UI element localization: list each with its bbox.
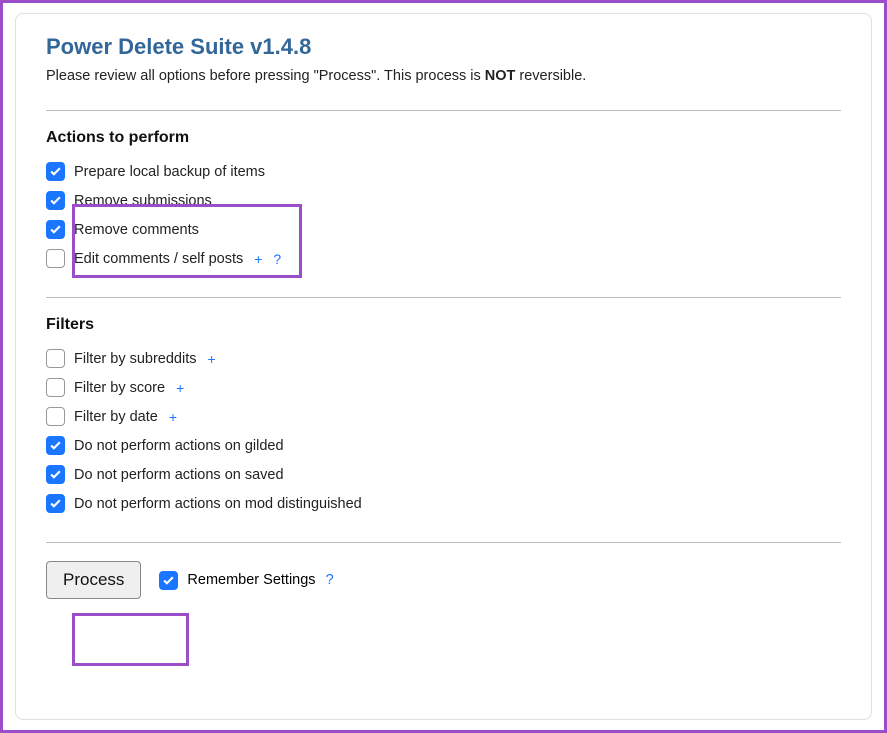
remember-label: Remember Settings — [187, 572, 315, 588]
checkbox-remove-comments[interactable] — [46, 220, 65, 239]
check-icon — [49, 497, 62, 510]
option-label: Do not perform actions on mod distinguis… — [74, 496, 362, 512]
option-label: Prepare local backup of items — [74, 164, 265, 180]
option-remove-comments: Remove comments — [46, 215, 841, 244]
checkbox-skip-saved[interactable] — [46, 465, 65, 484]
option-filter-score: Filter by score + — [46, 373, 841, 402]
check-icon — [49, 223, 62, 236]
subtitle-bold: NOT — [485, 68, 516, 84]
option-skip-saved: Do not perform actions on saved — [46, 460, 841, 489]
screenshot-frame: Power Delete Suite v1.4.8 Please review … — [0, 0, 887, 733]
option-label: Filter by score — [74, 380, 165, 396]
option-label: Remove comments — [74, 222, 199, 238]
option-filter-subreddits: Filter by subreddits + — [46, 344, 841, 373]
checkbox-filter-subreddits[interactable] — [46, 349, 65, 368]
divider — [46, 542, 841, 543]
option-backup: Prepare local backup of items — [46, 157, 841, 186]
help-link[interactable]: ? — [273, 251, 281, 267]
check-icon — [49, 165, 62, 178]
checkbox-remove-submissions[interactable] — [46, 191, 65, 210]
option-remove-submissions: Remove submissions — [46, 186, 841, 215]
checkbox-filter-score[interactable] — [46, 378, 65, 397]
checkbox-skip-mod[interactable] — [46, 494, 65, 513]
main-panel: Power Delete Suite v1.4.8 Please review … — [15, 13, 872, 720]
help-link[interactable]: ? — [326, 572, 334, 588]
checkbox-edit-comments[interactable] — [46, 249, 65, 268]
divider — [46, 110, 841, 111]
option-skip-mod: Do not perform actions on mod distinguis… — [46, 489, 841, 518]
check-icon — [162, 574, 175, 587]
checkbox-skip-gilded[interactable] — [46, 436, 65, 455]
expand-link[interactable]: + — [254, 251, 262, 267]
subtitle-post: reversible. — [515, 68, 586, 84]
filters-section: Filters Filter by subreddits + Filter by… — [46, 316, 841, 518]
expand-link[interactable]: + — [208, 351, 216, 367]
expand-link[interactable]: + — [176, 380, 184, 396]
subtitle-text: Please review all options before pressin… — [46, 68, 841, 84]
check-icon — [49, 194, 62, 207]
option-label: Filter by subreddits — [74, 351, 197, 367]
remember-settings: Remember Settings? — [159, 571, 333, 590]
subtitle-pre: Please review all options before pressin… — [46, 68, 485, 84]
option-edit-comments: Edit comments / self posts +? — [46, 244, 841, 273]
actions-section: Actions to perform Prepare local backup … — [46, 129, 841, 273]
checkbox-backup[interactable] — [46, 162, 65, 181]
option-label: Remove submissions — [74, 193, 212, 209]
process-button[interactable]: Process — [46, 561, 141, 599]
option-label: Filter by date — [74, 409, 158, 425]
option-label: Edit comments / self posts — [74, 251, 243, 267]
divider — [46, 297, 841, 298]
checkbox-filter-date[interactable] — [46, 407, 65, 426]
check-icon — [49, 468, 62, 481]
checkbox-remember[interactable] — [159, 571, 178, 590]
bottom-row: Process Remember Settings? — [46, 561, 841, 599]
filters-heading: Filters — [46, 316, 841, 334]
actions-heading: Actions to perform — [46, 129, 841, 147]
option-skip-gilded: Do not perform actions on gilded — [46, 431, 841, 460]
option-label: Do not perform actions on gilded — [74, 438, 284, 454]
check-icon — [49, 439, 62, 452]
option-filter-date: Filter by date + — [46, 402, 841, 431]
expand-link[interactable]: + — [169, 409, 177, 425]
page-title: Power Delete Suite v1.4.8 — [46, 34, 841, 60]
option-label: Do not perform actions on saved — [74, 467, 284, 483]
